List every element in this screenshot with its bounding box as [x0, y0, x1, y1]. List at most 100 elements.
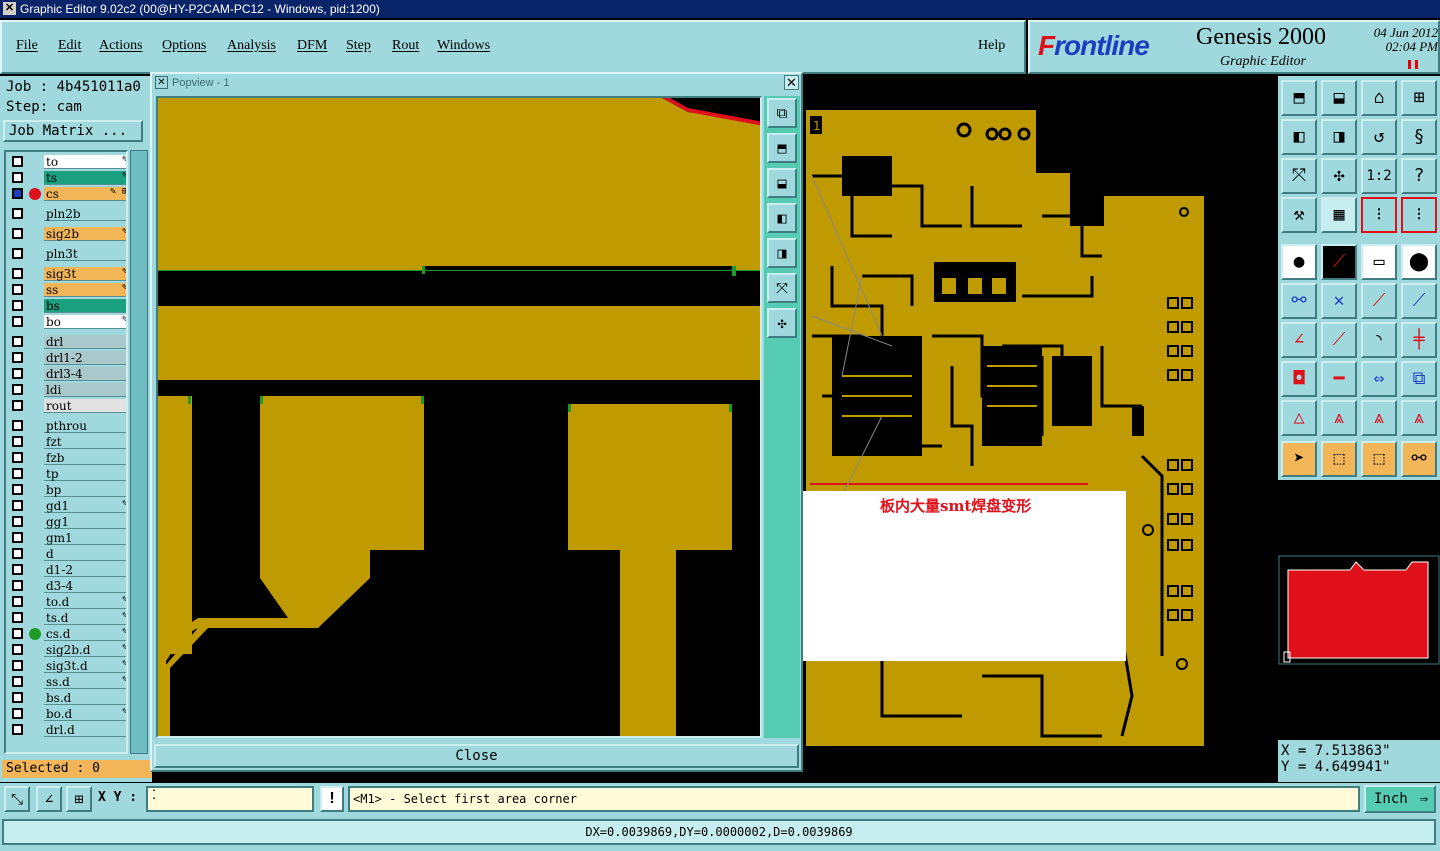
layer-row[interactable]: drl — [6, 334, 126, 350]
layer-name[interactable]: sig3t.d — [44, 659, 126, 673]
layer-checkbox[interactable] — [12, 420, 23, 431]
menu-actions[interactable]: Actions — [99, 38, 143, 54]
graphic-canvas[interactable]: 1 板内大量smt焊盘变形 — [802, 76, 1277, 782]
layer-checkbox[interactable] — [12, 676, 23, 687]
layer-checkbox[interactable] — [12, 660, 23, 671]
layer-name[interactable]: rout — [44, 399, 126, 413]
layer-row[interactable]: sig3t.d ✎ — [6, 658, 126, 674]
split-view-icon[interactable]: ⊞ — [1401, 80, 1437, 116]
layer-checkbox[interactable] — [12, 468, 23, 479]
layer-checkbox[interactable] — [12, 724, 23, 735]
layer-checkbox[interactable] — [12, 316, 23, 327]
query-icon[interactable]: ? — [1401, 158, 1437, 194]
pan-left-icon[interactable]: ◧ — [1281, 119, 1317, 155]
pause-icon[interactable] — [1408, 60, 1418, 69]
layer-row[interactable]: to ✎ — [6, 154, 126, 170]
layer-row[interactable]: rout — [6, 398, 126, 414]
layer-checkbox[interactable] — [12, 400, 23, 411]
layer-row[interactable]: ss.d ✎ — [6, 674, 126, 690]
angle-icon[interactable]: ∠ — [1281, 322, 1317, 358]
resize-pad-icon[interactable]: ⟋ — [1401, 283, 1437, 319]
layer-row[interactable]: d1-2 — [6, 562, 126, 578]
copy-pads-icon[interactable]: ⧉ — [1401, 361, 1437, 397]
layer-row[interactable]: bp — [6, 482, 126, 498]
popview-canvas[interactable] — [156, 96, 762, 738]
layer-name[interactable]: to.d — [44, 595, 126, 609]
layer-name[interactable]: drl — [44, 335, 126, 349]
home-icon[interactable]: ⌂ — [1361, 80, 1397, 116]
layer-checkbox[interactable] — [12, 248, 23, 259]
layer-name[interactable]: d3-4 — [44, 579, 126, 593]
layer-checkbox[interactable] — [12, 156, 23, 167]
layer-name[interactable]: ss.d — [44, 675, 126, 689]
add-line-icon[interactable]: ⟋ — [1321, 244, 1357, 280]
popview-close-button[interactable]: Close — [154, 744, 799, 768]
popview-zoom-window-icon[interactable]: ⧉ — [767, 98, 797, 128]
layer-checkbox[interactable] — [12, 188, 23, 199]
snap-pad-icon[interactable]: ⁝ — [1401, 197, 1437, 233]
layer-name[interactable]: bp — [44, 483, 126, 497]
layer-name[interactable]: bs — [44, 299, 126, 313]
popview-menu-icon[interactable]: ✕ — [155, 76, 168, 89]
layer-name[interactable]: drl3-4 — [44, 367, 126, 381]
layer-checkbox[interactable] — [12, 452, 23, 463]
layer-row[interactable]: ts.d ✎ — [6, 610, 126, 626]
layer-row[interactable]: pthrou — [6, 418, 126, 434]
layer-row[interactable]: fzt — [6, 434, 126, 450]
layer-name[interactable]: bo.d — [44, 707, 126, 721]
pan-right-icon[interactable]: ◨ — [1321, 119, 1357, 155]
zoom-center-icon[interactable]: ✣ — [1321, 158, 1357, 194]
layer-name[interactable]: drl1-2 — [44, 351, 126, 365]
layer-checkbox[interactable] — [12, 548, 23, 559]
layer-checkbox[interactable] — [12, 284, 23, 295]
layer-row[interactable]: sig2b ✎ — [6, 226, 126, 242]
layer-checkbox[interactable] — [12, 268, 23, 279]
move-pad-icon[interactable]: ⟋ — [1361, 283, 1397, 319]
connect-icon[interactable]: ⚯ — [1281, 283, 1317, 319]
layer-checkbox[interactable] — [12, 172, 23, 183]
popview-zoom-fit-icon[interactable]: ⤧ — [767, 273, 797, 303]
layer-checkbox[interactable] — [12, 564, 23, 575]
layer-checkbox[interactable] — [12, 612, 23, 623]
menu-analysis[interactable]: Analysis — [227, 38, 276, 54]
break-icon[interactable]: ✕ — [1321, 283, 1357, 319]
xy-input[interactable]: ⁚ — [146, 786, 314, 812]
layer-name[interactable]: sig2b.d — [44, 643, 126, 657]
grid-icon[interactable]: ▦ — [1321, 197, 1357, 233]
app-close-icon[interactable]: ✕ — [3, 2, 16, 15]
layer-name[interactable]: ldi — [44, 383, 126, 397]
layer-name[interactable]: ss — [44, 283, 126, 297]
units-select[interactable]: Inch ⇒ — [1364, 785, 1436, 813]
menu-dfm[interactable]: DFM — [297, 38, 327, 54]
layer-name[interactable]: gd1 — [44, 499, 126, 513]
layer-name[interactable]: sig2b — [44, 227, 126, 241]
overview-map[interactable] — [1278, 482, 1440, 740]
angle-snap-icon[interactable]: ∠ — [36, 786, 62, 812]
layer-row[interactable]: bs.d — [6, 690, 126, 706]
layer-checkbox[interactable] — [12, 708, 23, 719]
popview-pan-left-icon[interactable]: ◧ — [767, 203, 797, 233]
triangle-icon[interactable]: △ — [1281, 400, 1317, 436]
select-arrow-icon[interactable]: ➤ — [1281, 441, 1317, 477]
triangle-vertex-icon[interactable]: ⩓ — [1321, 400, 1357, 436]
resize-icon[interactable]: ⇔ — [1361, 361, 1397, 397]
menu-help[interactable]: Help — [978, 38, 1005, 54]
layer-checkbox[interactable] — [12, 484, 23, 495]
layer-name[interactable]: pln2b — [44, 207, 126, 221]
layer-name[interactable]: fzb — [44, 451, 126, 465]
layer-row[interactable]: d3-4 — [6, 578, 126, 594]
add-circle-icon[interactable]: ⬤ — [1401, 244, 1437, 280]
layer-checkbox[interactable] — [12, 580, 23, 591]
layer-row[interactable]: gg1 — [6, 514, 126, 530]
snap-mode-icon[interactable]: ⤡ — [4, 786, 30, 812]
layer-name[interactable]: fzt — [44, 435, 126, 449]
add-pad-icon[interactable]: ● — [1281, 244, 1317, 280]
layer-name[interactable]: pthrou — [44, 419, 126, 433]
zoom-fit-icon[interactable]: ⤧ — [1281, 158, 1317, 194]
layer-row[interactable]: drl.d — [6, 722, 126, 738]
layer-row[interactable]: sig2b.d ✎ — [6, 642, 126, 658]
menu-windows[interactable]: Windows — [437, 38, 490, 54]
layer-row[interactable]: cs ✎ ⊞ — [6, 186, 126, 202]
layer-name[interactable]: pln3t — [44, 247, 126, 261]
popview-close-icon[interactable]: ✕ — [784, 75, 799, 90]
